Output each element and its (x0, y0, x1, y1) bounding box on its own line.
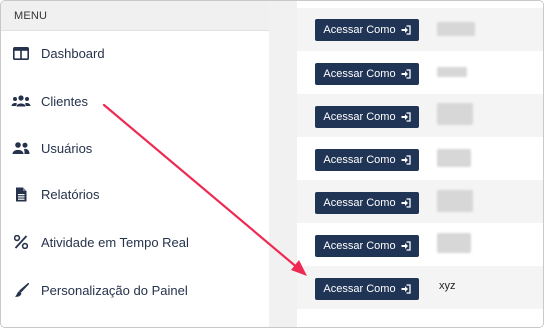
client-name-blurred (437, 22, 475, 36)
sidebar-item-atividade[interactable]: Atividade em Tempo Real (1, 222, 269, 262)
brush-icon (11, 281, 31, 299)
user-pair-icon (11, 139, 31, 157)
sidebar-item-label: Atividade em Tempo Real (41, 234, 189, 250)
sidebar-item-label: Personalização do Painel (41, 282, 188, 298)
clients-list: Acessar Como Acessar Como Acessar Como A… (297, 1, 543, 327)
access-as-button[interactable]: Acessar Como (315, 192, 419, 214)
access-as-button[interactable]: Acessar Como (315, 235, 419, 257)
access-as-button[interactable]: Acessar Como (315, 106, 419, 128)
sidebar-item-usuarios[interactable]: Usuários (1, 128, 269, 168)
access-as-label: Acessar Como (323, 197, 396, 209)
table-row: Acessar Como (297, 51, 543, 94)
sign-in-icon (401, 112, 411, 122)
client-name-blurred (437, 103, 473, 125)
access-as-button[interactable]: Acessar Como (315, 149, 419, 171)
sidebar-item-label: Usuários (41, 140, 93, 156)
client-name: xyz (439, 280, 456, 292)
access-as-label: Acessar Como (323, 24, 396, 36)
sidebar-item-personalizacao[interactable]: Personalização do Painel (1, 270, 269, 310)
sign-in-icon (401, 198, 411, 208)
sidebar-item-relatorios[interactable]: Relatórios (1, 174, 269, 214)
client-name-blurred (437, 190, 473, 212)
table-row: Acessar Como (297, 137, 543, 180)
table-row: Acessar Como (297, 223, 543, 266)
sidebar: MENU Dashboard Clientes Usuários Relatór… (1, 1, 269, 327)
client-name-blurred (437, 67, 467, 77)
sign-in-icon (401, 241, 411, 251)
app-window: MENU Dashboard Clientes Usuários Relatór… (0, 0, 544, 328)
menu-header: MENU (1, 1, 269, 31)
columns-icon (11, 44, 31, 62)
access-as-label: Acessar Como (323, 240, 396, 252)
access-as-label: Acessar Como (323, 154, 396, 166)
sidebar-item-dashboard[interactable]: Dashboard (1, 33, 269, 73)
percent-icon (11, 233, 31, 251)
access-as-button[interactable]: Acessar Como (315, 63, 419, 85)
sign-in-icon (401, 284, 411, 294)
access-as-button[interactable]: Acessar Como (315, 278, 419, 300)
sidebar-item-clientes[interactable]: Clientes (1, 81, 269, 121)
sign-in-icon (401, 155, 411, 165)
table-row: Acessar Como (297, 8, 543, 51)
access-as-label: Acessar Como (323, 111, 396, 123)
sign-in-icon (401, 25, 411, 35)
access-as-label: Acessar Como (323, 283, 396, 295)
users-group-icon (11, 92, 31, 110)
sign-in-icon (401, 69, 411, 79)
sidebar-item-label: Clientes (41, 93, 88, 109)
table-row: Acessar Como (297, 180, 543, 223)
document-icon (11, 185, 31, 203)
sidebar-item-label: Dashboard (41, 45, 105, 61)
table-row: Acessar Como (297, 94, 543, 137)
sidebar-item-label: Relatórios (41, 186, 100, 202)
table-row: Acessar Como xyz (297, 266, 543, 309)
client-name-blurred (437, 233, 471, 253)
client-name-blurred (437, 149, 471, 167)
sidebar-divider (269, 1, 297, 327)
access-as-label: Acessar Como (323, 68, 396, 80)
access-as-button[interactable]: Acessar Como (315, 19, 419, 41)
